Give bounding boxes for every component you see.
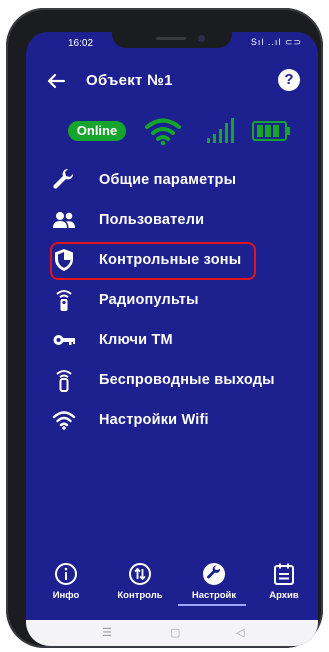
wifi-signal-icon [145, 118, 181, 146]
wifi-icon [52, 411, 76, 430]
menu-item-wireless-outputs[interactable]: Беспроводные выходы [26, 364, 318, 396]
active-tab-indicator [178, 604, 246, 606]
nav-label: Контроль [117, 590, 163, 601]
battery-icon [252, 121, 290, 141]
menu-item-general-params[interactable]: Общие параметры [26, 164, 318, 196]
cellular-signal-icon [207, 118, 234, 143]
users-icon [53, 212, 75, 228]
menu-item-users[interactable]: Пользователи [26, 204, 318, 236]
menu-label: Беспроводные выходы [99, 372, 275, 388]
settings-wrench-icon [203, 563, 225, 585]
menu-item-tm-keys[interactable]: Ключи ТМ [26, 324, 318, 356]
menu-label: Ключи ТМ [99, 332, 173, 348]
system-back-button[interactable]: ◁ [236, 626, 244, 639]
nav-control[interactable]: Контроль [110, 560, 170, 616]
menu-item-radio-remotes[interactable]: Радиопульты [26, 284, 318, 316]
info-icon [55, 563, 77, 585]
app-screen: 16:02 Sıl ..ıl ⊂⊃ Объект №1 ? Online Общ… [26, 32, 318, 646]
shield-icon [55, 249, 73, 271]
speaker [156, 37, 186, 40]
wireless-output-icon [56, 370, 72, 392]
phone-frame: 16:02 Sıl ..ıl ⊂⊃ Объект №1 ? Online Общ… [6, 8, 323, 648]
app-header: Объект №1 ? [26, 66, 318, 96]
wrench-icon [53, 168, 74, 189]
status-signal: Sıl ..ıl ⊂⊃ [250, 37, 302, 47]
menu-label: Радиопульты [99, 292, 199, 308]
device-status-row: Online [26, 116, 318, 146]
bottom-nav: Инфо Контроль Настройк Архив [26, 560, 318, 616]
online-badge: Online [68, 121, 126, 141]
menu-label: Общие параметры [99, 172, 237, 188]
menu-item-control-zones[interactable]: Контрольные зоны [26, 244, 318, 276]
page-title: Объект №1 [86, 72, 173, 89]
system-menu-button[interactable]: ☰ [102, 626, 112, 639]
camera-notch [112, 32, 232, 48]
key-icon [53, 335, 75, 345]
nav-archive[interactable]: Архив [254, 560, 314, 616]
archive-icon [274, 563, 294, 585]
nav-label: Инфо [52, 590, 80, 601]
camera [198, 35, 205, 42]
nav-label: Настройк [191, 590, 237, 601]
back-arrow-icon[interactable] [44, 69, 68, 93]
menu-label: Контрольные зоны [99, 252, 242, 268]
status-time: 16:02 [68, 38, 94, 49]
system-home-button[interactable]: ▢ [170, 626, 180, 639]
menu-label: Настройки Wifi [99, 412, 209, 428]
system-nav-bar: ☰ ▢ ◁ [26, 620, 318, 646]
menu-label: Пользователи [99, 212, 205, 228]
nav-label: Архив [269, 590, 299, 601]
control-icon [129, 563, 151, 585]
remote-icon [56, 290, 72, 311]
nav-info[interactable]: Инфо [36, 560, 96, 616]
menu-item-wifi-settings[interactable]: Настройки Wifi [26, 404, 318, 436]
help-button[interactable]: ? [278, 69, 300, 91]
nav-settings[interactable]: Настройк [184, 560, 244, 616]
